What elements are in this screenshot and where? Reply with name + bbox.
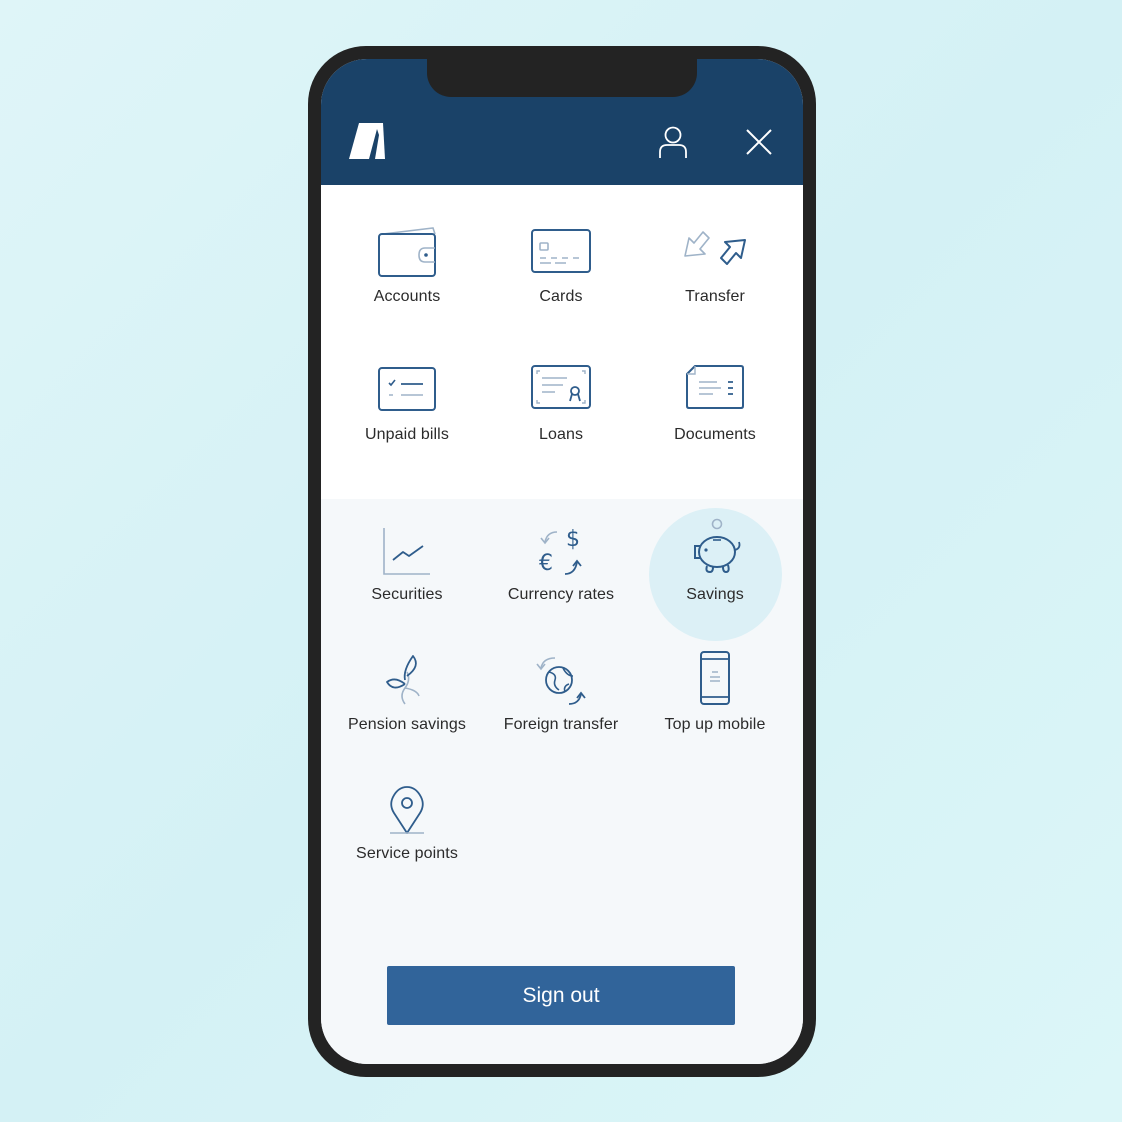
menu-item-label: Documents bbox=[674, 426, 756, 443]
menu-item-cards[interactable]: Cards bbox=[486, 218, 636, 338]
profile-button[interactable] bbox=[657, 125, 689, 159]
menu-item-securities[interactable]: Securities bbox=[332, 516, 482, 636]
globe-exchange-icon bbox=[536, 657, 586, 705]
line-chart-icon bbox=[383, 528, 430, 575]
wallet-icon bbox=[378, 227, 436, 277]
close-button[interactable] bbox=[744, 127, 774, 157]
menu-item-label: Unpaid bills bbox=[365, 426, 449, 443]
phone-notch bbox=[427, 59, 697, 97]
credit-card-icon bbox=[531, 229, 591, 273]
currency-exchange-icon: $ € bbox=[539, 527, 582, 576]
sign-out-button[interactable]: Sign out bbox=[387, 966, 735, 1025]
document-icon bbox=[686, 365, 744, 409]
menu-item-label: Transfer bbox=[685, 288, 745, 305]
menu-item-top-up-mobile[interactable]: Top up mobile bbox=[640, 646, 790, 766]
menu-item-accounts[interactable]: Accounts bbox=[332, 218, 482, 338]
menu-item-loans[interactable]: Loans bbox=[486, 356, 636, 476]
menu-item-documents[interactable]: Documents bbox=[640, 356, 790, 476]
svg-text:€: € bbox=[539, 551, 553, 576]
menu-item-service-points[interactable]: Service points bbox=[332, 775, 482, 895]
close-icon bbox=[746, 129, 772, 155]
menu-item-label: Cards bbox=[539, 288, 583, 305]
transfer-arrows-icon bbox=[684, 231, 746, 265]
piggy-bank-icon bbox=[694, 518, 741, 574]
mobile-phone-icon bbox=[700, 651, 730, 705]
menu-item-label: Currency rates bbox=[507, 586, 615, 603]
menu-item-label: Top up mobile bbox=[664, 716, 766, 733]
menu-item-label: Pension savings bbox=[347, 716, 466, 733]
app-screen: Accounts Cards Transfer Unpaid bills Loa… bbox=[321, 59, 803, 1064]
menu-item-label: Service points bbox=[356, 845, 458, 862]
menu-item-unpaid-bills[interactable]: Unpaid bills bbox=[332, 356, 482, 476]
menu-item-transfer[interactable]: Transfer bbox=[640, 218, 790, 338]
svg-text:$: $ bbox=[566, 527, 580, 552]
menu-item-currency-rates[interactable]: $ € Currency rates bbox=[486, 516, 636, 636]
plant-sprout-icon bbox=[386, 655, 420, 705]
menu-item-label: Savings bbox=[686, 586, 744, 603]
map-pin-icon bbox=[390, 786, 424, 834]
user-icon bbox=[659, 126, 687, 158]
menu-item-foreign-transfer[interactable]: Foreign transfer bbox=[486, 646, 636, 766]
phone-frame: Accounts Cards Transfer Unpaid bills Loa… bbox=[308, 46, 816, 1077]
menu-item-savings[interactable]: Savings bbox=[640, 516, 790, 636]
menu-item-label: Foreign transfer bbox=[503, 716, 619, 733]
menu-item-pension-savings[interactable]: Pension savings bbox=[332, 646, 482, 766]
menu-item-label: Loans bbox=[538, 426, 584, 443]
bill-checklist-icon bbox=[378, 367, 436, 411]
loan-certificate-icon bbox=[531, 365, 591, 409]
menu-item-label: Securities bbox=[371, 586, 443, 603]
menu-item-label: Accounts bbox=[373, 288, 441, 305]
bank-logo-icon[interactable] bbox=[347, 121, 387, 161]
